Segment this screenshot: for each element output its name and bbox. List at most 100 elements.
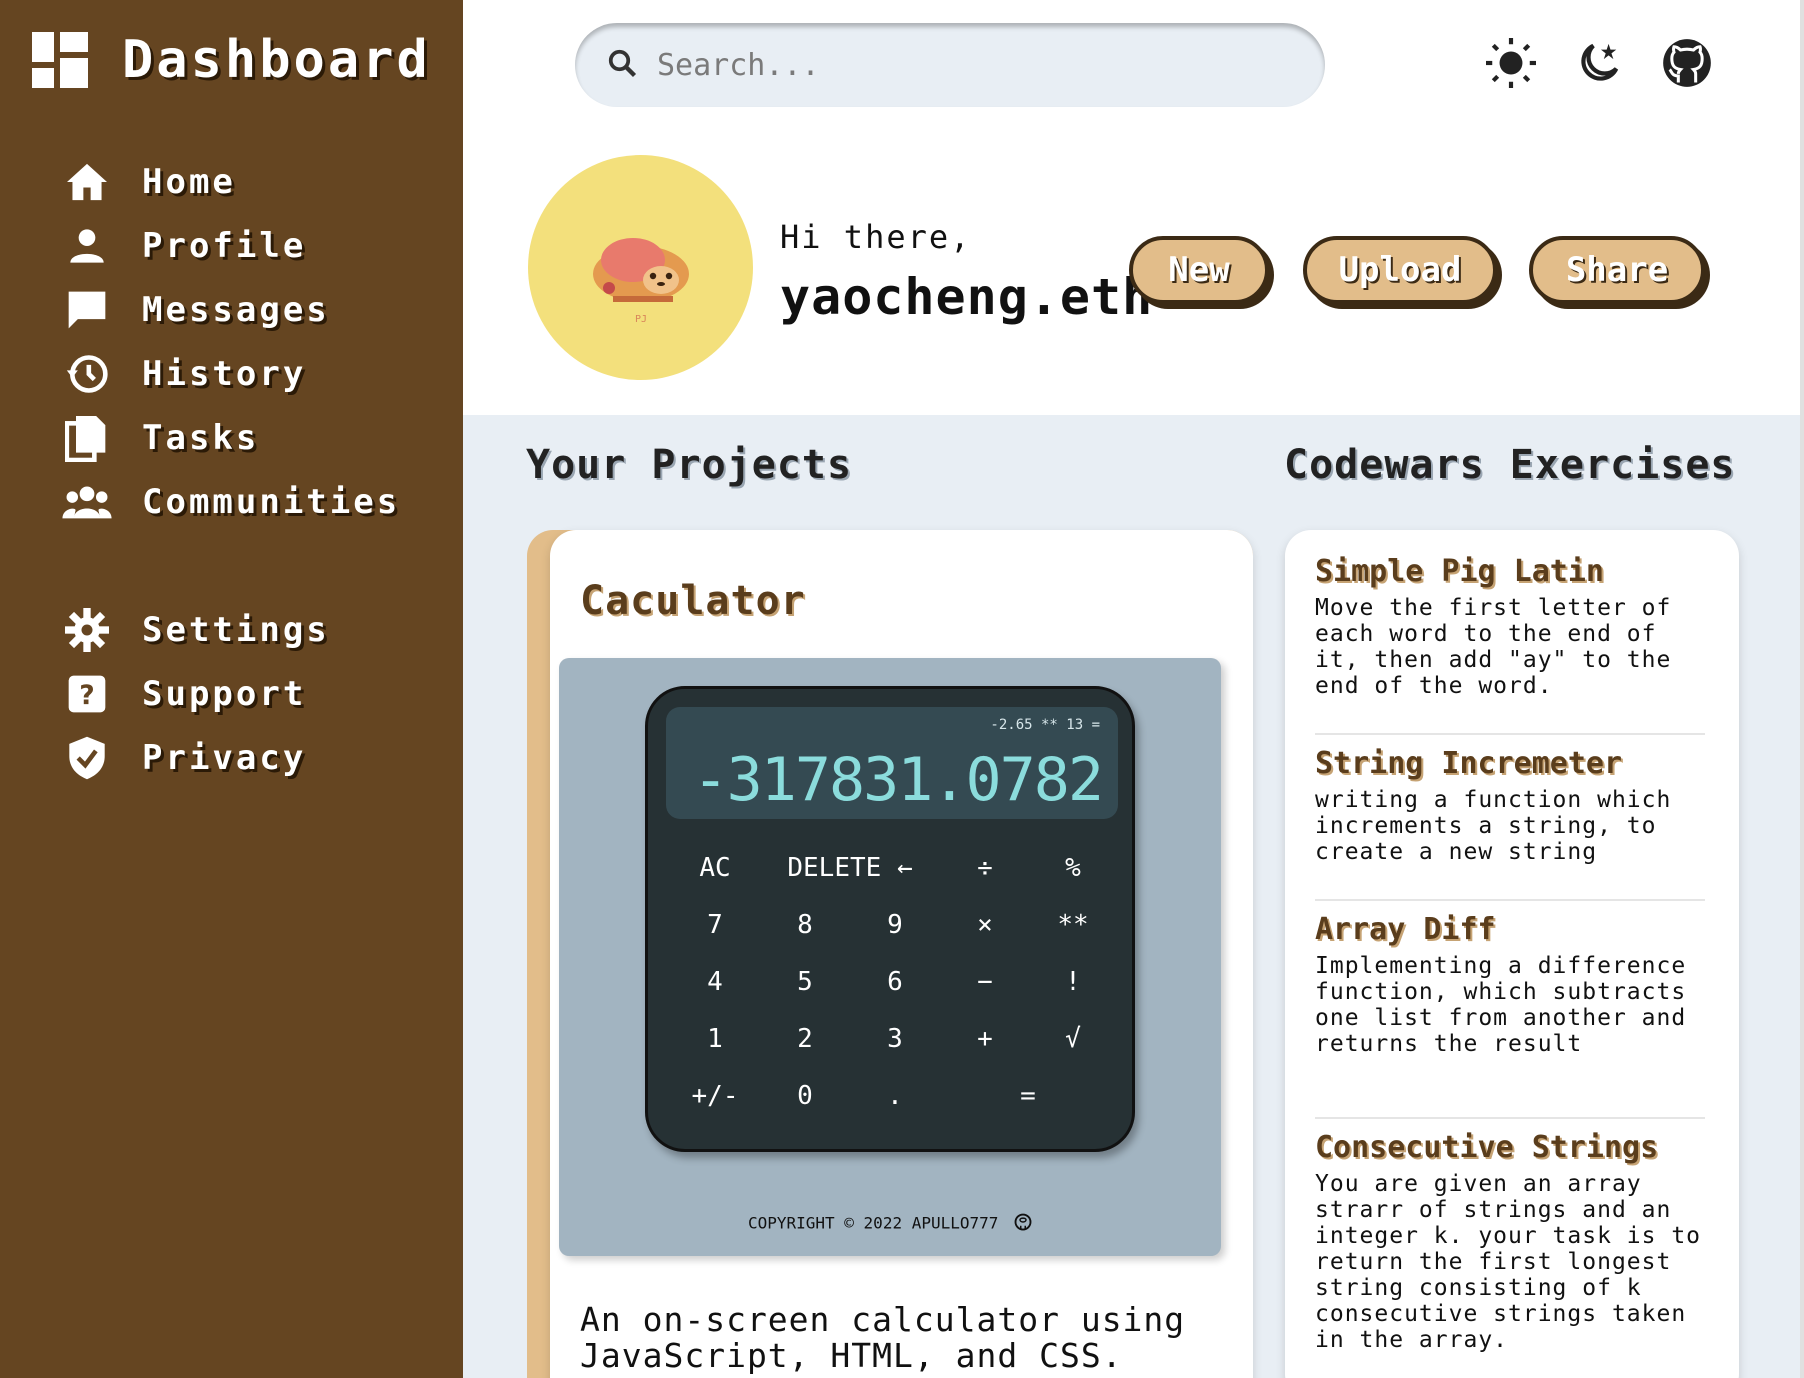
sun-icon[interactable] [1483,35,1539,91]
sidebar-item-label: Communities [142,482,401,522]
share-button[interactable]: Share [1529,236,1705,304]
sidebar-item-home[interactable]: Home [62,150,400,214]
search-bar[interactable] [575,23,1325,107]
key-9[interactable]: 9 [850,896,940,953]
header: PJ Hi there, yaocheng.eth New Upload Sha… [463,0,1804,415]
key-factorial[interactable]: ! [1030,953,1116,1010]
sidebar-item-label: Tasks [142,418,260,458]
key-power[interactable]: ** [1030,896,1116,953]
sidebar: Dashboard Home Profile Messages History [0,0,463,1378]
key-7[interactable]: 7 [670,896,760,953]
upload-button[interactable]: Upload [1303,236,1497,304]
exercise-item[interactable]: String Incremeter writing a function whi… [1315,746,1705,865]
svg-text:?: ? [79,680,94,711]
scrollbar[interactable] [1800,0,1804,1378]
exercise-description: You are given an array strarr of strings… [1315,1171,1702,1353]
project-description-line: JavaScript, HTML, and CSS. [580,1336,1123,1375]
key-percent[interactable]: % [1030,839,1116,896]
calculator-copyright: COPYRIGHT © 2022 APULLO777 [559,1213,1221,1235]
exercise-description: Implementing a difference function, whic… [1315,953,1687,1057]
documents-icon [62,413,112,463]
key-divide[interactable]: ÷ [940,839,1030,896]
current-operand: -317831.0782 [692,745,1104,815]
projects-heading: Your Projects [526,442,853,488]
sidebar-item-settings[interactable]: Settings [62,598,330,662]
avatar[interactable]: PJ [528,155,753,380]
key-6[interactable]: 6 [850,953,940,1010]
sidebar-item-label: Profile [142,226,307,266]
sidebar-item-communities[interactable]: Communities [62,470,400,534]
key-plus[interactable]: + [940,1010,1030,1067]
key-5[interactable]: 5 [760,953,850,1010]
exercise-description: writing a function which increments a st… [1315,787,1672,865]
sidebar-item-history[interactable]: History [62,342,400,406]
sidebar-item-label: Support [142,674,307,714]
history-icon [62,349,112,399]
sidebar-item-label: Messages [142,290,330,330]
project-preview[interactable]: -2.65 ** 13 = -317831.0782 AC DELETE ← ÷… [559,658,1221,1256]
sidebar-item-label: Home [142,162,236,202]
sidebar-item-profile[interactable]: Profile [62,214,400,278]
key-2[interactable]: 2 [760,1010,850,1067]
project-card[interactable]: Caculator -2.65 ** 13 = -317831.0782 AC … [527,530,1253,1378]
calculator: -2.65 ** 13 = -317831.0782 AC DELETE ← ÷… [645,686,1135,1152]
key-8[interactable]: 8 [760,896,850,953]
dashboard-icon [32,32,88,88]
search-icon [607,48,637,82]
exercise-item[interactable]: Consecutive Strings You are given an arr… [1315,1130,1705,1353]
key-delete[interactable]: DELETE ← [760,839,940,896]
sidebar-item-tasks[interactable]: Tasks [62,406,400,470]
codewars-card: Simple Pig Latin Move the first letter o… [1285,530,1739,1378]
exercise-item[interactable]: Array Diff Implementing a difference fun… [1315,912,1705,1057]
project-title: Caculator [580,578,806,624]
divider [1315,733,1705,735]
brand-title: Dashboard [122,30,431,90]
hamster-avatar-icon: PJ [592,237,689,325]
main-nav: Home Profile Messages History Tasks Comm… [62,150,400,534]
project-card-body: Caculator -2.65 ** 13 = -317831.0782 AC … [550,530,1253,1378]
key-sqrt[interactable]: √ [1030,1010,1116,1067]
secondary-nav: Settings ? Support Privacy [62,598,330,790]
codewars-heading: Codewars Exercises [1284,442,1736,488]
key-0[interactable]: 0 [760,1067,850,1124]
sidebar-item-support[interactable]: ? Support [62,662,330,726]
moon-icon[interactable] [1571,35,1627,91]
exercise-title: String Incremeter [1315,746,1623,781]
exercise-item[interactable]: Simple Pig Latin Move the first letter o… [1315,554,1705,699]
sidebar-item-messages[interactable]: Messages [62,278,400,342]
sidebar-item-privacy[interactable]: Privacy [62,726,330,790]
person-icon [62,221,112,271]
key-decimal[interactable]: . [850,1067,940,1124]
chat-icon [62,285,112,335]
key-3[interactable]: 3 [850,1010,940,1067]
divider [1315,1117,1705,1119]
home-icon [62,157,112,207]
github-icon[interactable] [1014,1213,1032,1235]
help-icon: ? [62,669,112,719]
key-4[interactable]: 4 [670,953,760,1010]
copyright-text: COPYRIGHT © 2022 APULLO777 [747,1213,999,1233]
key-equals[interactable]: = [940,1067,1116,1124]
exercise-description: Move the first letter of each word to th… [1315,595,1672,699]
exercise-title: Consecutive Strings [1315,1130,1659,1165]
key-multiply[interactable]: × [940,896,1030,953]
sidebar-item-label: Privacy [142,738,307,778]
exercise-title: Simple Pig Latin [1315,554,1604,589]
github-icon[interactable] [1659,35,1715,91]
key-ac[interactable]: AC [670,839,760,896]
greeting: Hi there, [780,218,972,256]
project-description: An on-screen calculator using JavaScript… [580,1302,1185,1374]
group-icon [62,477,112,527]
shield-icon [62,733,112,783]
key-negate[interactable]: +/- [670,1067,760,1124]
key-1[interactable]: 1 [670,1010,760,1067]
divider [1315,899,1705,901]
calculator-keypad: AC DELETE ← ÷ % 7 8 9 × ** 4 5 6 − ! 1 2 [670,839,1116,1124]
search-input[interactable] [657,47,1257,83]
username: yaocheng.eth [780,268,1154,326]
previous-operand: -2.65 ** 13 = [990,717,1100,733]
brand[interactable]: Dashboard [32,30,431,90]
key-minus[interactable]: − [940,953,1030,1010]
gear-icon [62,605,112,655]
new-button[interactable]: New [1129,236,1269,304]
